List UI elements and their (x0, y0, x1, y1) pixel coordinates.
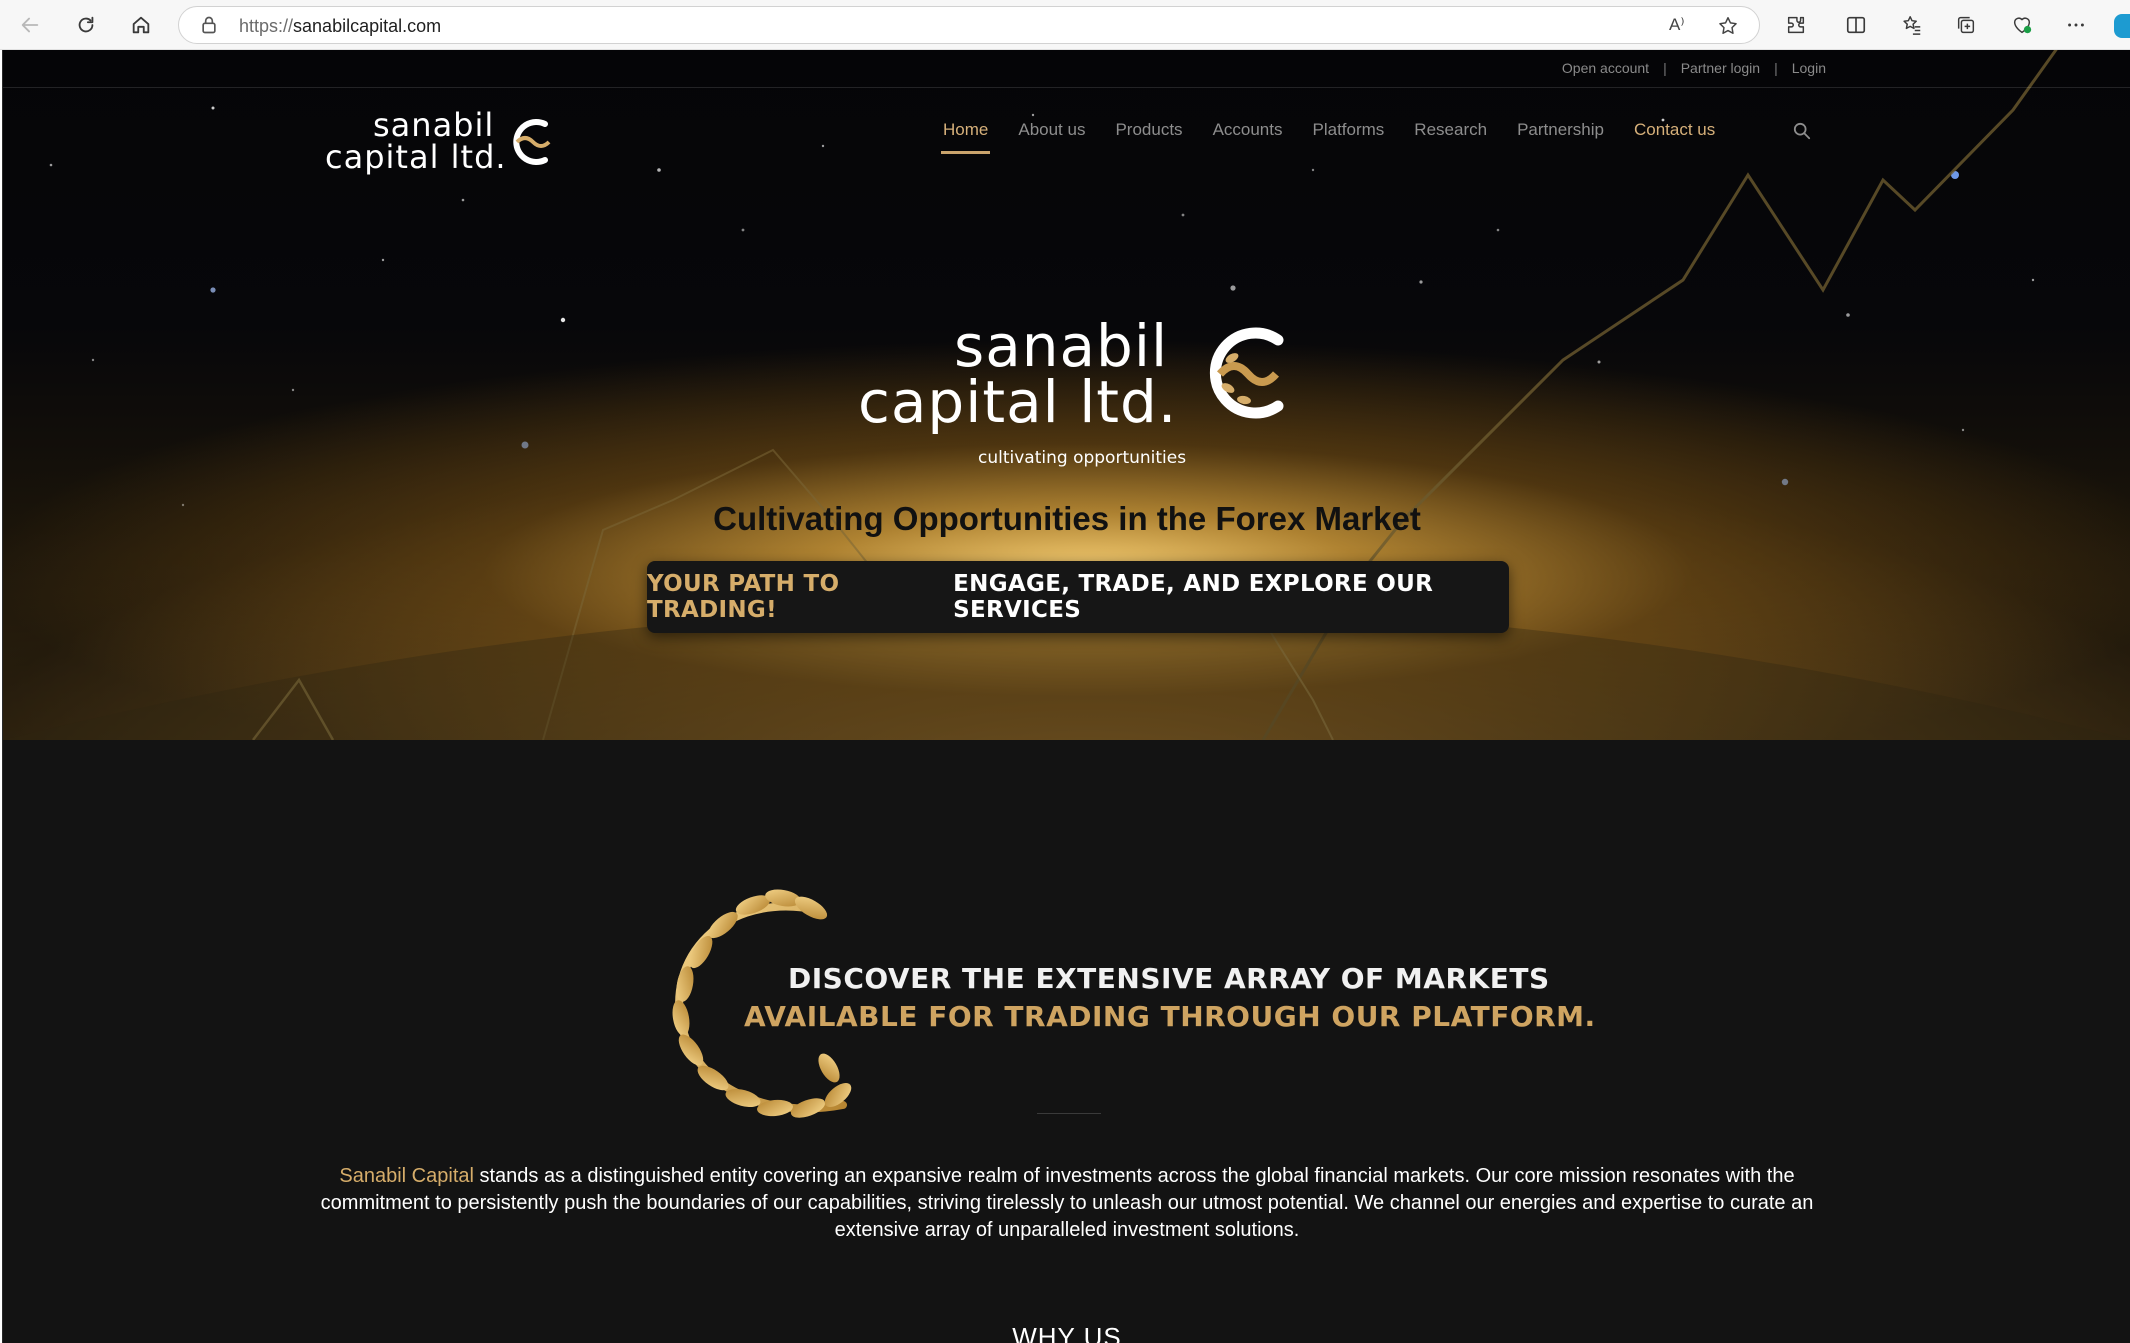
copilot-icon[interactable] (2114, 14, 2130, 38)
logo-s-emblem-icon (513, 119, 551, 165)
lock-icon[interactable] (199, 15, 219, 35)
puzzle-icon (1787, 16, 1805, 34)
about-paragraph: Sanabil Capital stands as a distinguishe… (303, 1163, 1831, 1244)
nav-products[interactable]: Products (1115, 120, 1182, 154)
hero-logo: sanabil capital ltd. (858, 312, 1298, 462)
browser-toolbar: https://sanabilcapital.com A⁾ (0, 0, 2130, 50)
utility-bar: Open account | Partner login | Login (3, 50, 2130, 88)
reload-icon (78, 16, 94, 33)
nav-contact-us[interactable]: Contact us (1634, 120, 1715, 154)
main-nav: Home About us Products Accounts Platform… (940, 120, 1715, 154)
markets-section: DISCOVER THE EXTENSIVE ARRAY OF MARKETS … (3, 740, 2130, 1343)
reload-button[interactable] (68, 8, 104, 42)
extensions-button[interactable] (1778, 8, 1814, 42)
cta-button[interactable]: YOUR PATH TO TRADING! ENGAGE, TRADE, AND… (647, 561, 1509, 633)
nav-research[interactable]: Research (1414, 120, 1487, 154)
nav-about-us[interactable]: About us (1018, 120, 1085, 154)
nav-accounts[interactable]: Accounts (1213, 120, 1283, 154)
web-page: Open account | Partner login | Login san… (2, 50, 2130, 1343)
split-screen-icon (1846, 16, 1866, 34)
split-screen-button[interactable] (1838, 8, 1874, 42)
url-protocol: https:// (239, 16, 294, 36)
hero-tagline: cultivating opportunities (978, 448, 1187, 468)
nav-home[interactable]: Home (940, 120, 991, 154)
nav-partnership[interactable]: Partnership (1517, 120, 1604, 154)
separator: | (1663, 60, 1667, 76)
about-text: stands as a distinguished entity coverin… (320, 1165, 1814, 1241)
ellipsis-icon (2068, 23, 2084, 27)
hero-section: Open account | Partner login | Login san… (3, 50, 2130, 740)
brand-name-highlight: Sanabil Capital (339, 1165, 474, 1187)
search-icon[interactable] (1793, 122, 1811, 140)
partner-login-link[interactable]: Partner login (1681, 60, 1760, 76)
heart-pulse-icon (2013, 17, 2032, 34)
home-icon (132, 16, 150, 34)
utility-links: Open account | Partner login | Login (1562, 60, 1826, 76)
favorites-list-icon (1903, 16, 1921, 35)
arrow-left-icon (21, 17, 39, 33)
hero-headline: Cultivating Opportunities in the Forex M… (713, 500, 1421, 537)
cta-gold-text: YOUR PATH TO TRADING! (647, 571, 840, 623)
logo-word-capital: capital ltd. (325, 138, 507, 176)
hero-logo-word-capital: capital ltd. (858, 368, 1178, 436)
why-us-heading: WHY US (1012, 1322, 1122, 1343)
address-bar[interactable]: https://sanabilcapital.com A⁾ (178, 6, 1760, 44)
section-divider (1037, 1113, 1101, 1114)
browser-essentials-button[interactable] (2004, 8, 2040, 42)
home-button[interactable] (123, 8, 159, 42)
hero-s-emblem-icon (1209, 327, 1284, 419)
collections-button[interactable] (1948, 8, 1984, 42)
site-logo[interactable]: sanabil capital ltd. (325, 106, 555, 180)
url-host: sanabilcapital.com (293, 16, 442, 36)
more-options-button[interactable] (2058, 8, 2094, 42)
open-account-link[interactable]: Open account (1562, 60, 1649, 76)
separator: | (1774, 60, 1778, 76)
back-button[interactable] (12, 8, 48, 42)
nav-platforms[interactable]: Platforms (1313, 120, 1385, 154)
url-text[interactable]: https://sanabilcapital.com (239, 16, 441, 37)
discover-heading-line2: AVAILABLE FOR TRADING THROUGH OUR PLATFO… (744, 1000, 1596, 1033)
favorite-star-icon[interactable] (1717, 15, 1739, 37)
cta-white-text: ENGAGE, TRADE, AND EXPLORE OUR SERVICES (953, 571, 1434, 623)
login-link[interactable]: Login (1792, 60, 1826, 76)
read-aloud-icon[interactable]: A⁾ (1669, 15, 1691, 37)
discover-heading-line1: DISCOVER THE EXTENSIVE ARRAY OF MARKETS (788, 962, 1550, 995)
collections-icon (1957, 16, 1975, 34)
favorites-button[interactable] (1894, 8, 1930, 42)
